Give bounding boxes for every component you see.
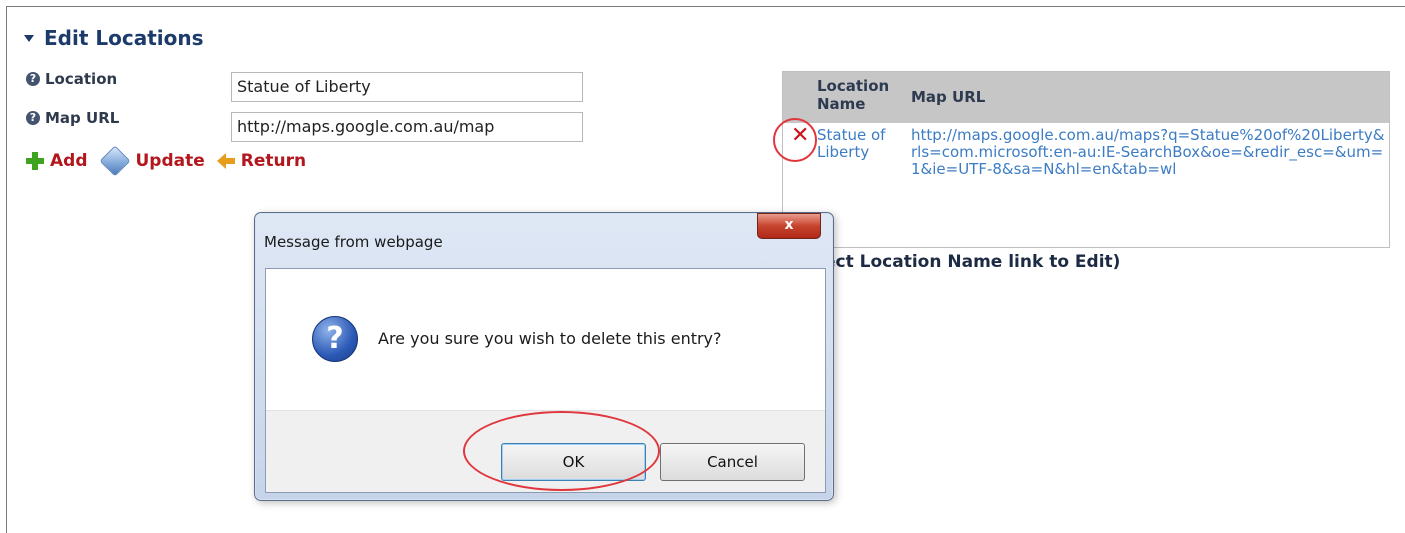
dialog-message-area: ? Are you sure you wish to delete this e… xyxy=(266,269,825,410)
annotation-circle-ok xyxy=(463,411,660,491)
add-button[interactable]: Add xyxy=(26,151,88,171)
annotation-circle-delete xyxy=(773,118,817,162)
collapse-triangle-icon[interactable] xyxy=(24,34,34,42)
update-icon xyxy=(98,145,131,177)
add-label: Add xyxy=(50,151,88,171)
return-arrow-icon xyxy=(216,153,235,169)
column-header-map-url: Map URL xyxy=(911,88,986,106)
section-title: Edit Locations xyxy=(44,26,204,50)
return-label: Return xyxy=(240,151,307,171)
help-icon[interactable]: ? xyxy=(26,111,40,125)
close-icon[interactable]: x xyxy=(757,213,821,239)
location-label-text: Location xyxy=(45,70,118,88)
question-icon: ? xyxy=(312,316,358,362)
dialog-title: Message from webpage xyxy=(264,233,443,251)
cancel-button[interactable]: Cancel xyxy=(660,443,805,481)
locations-table: Location Name Map URL ✕ Statue of Libert… xyxy=(782,71,1390,248)
location-input[interactable]: Statue of Liberty xyxy=(231,72,583,102)
help-icon[interactable]: ? xyxy=(26,72,40,86)
map-url-link[interactable]: http://maps.google.com.au/maps?q=Statue%… xyxy=(901,123,1389,247)
table-row: ✕ Statue of Liberty http://maps.google.c… xyxy=(783,123,1389,247)
column-header-location-name: Location Name xyxy=(817,77,890,113)
table-header: Location Name Map URL xyxy=(783,72,1389,123)
dialog-message: Are you sure you wish to delete this ent… xyxy=(378,329,722,348)
location-label: ? Location xyxy=(26,70,117,88)
mapurl-label-text: Map URL xyxy=(45,109,120,127)
update-label: Update xyxy=(135,151,205,171)
update-button[interactable]: Update xyxy=(98,145,205,177)
action-bar: Add Update Return xyxy=(26,145,318,177)
mapurl-label: ? Map URL xyxy=(26,109,119,127)
table-hint: ect Location Name link to Edit) xyxy=(824,252,1121,272)
return-button[interactable]: Return xyxy=(216,151,307,171)
section-header[interactable]: Edit Locations xyxy=(24,26,204,50)
mapurl-input[interactable]: http://maps.google.com.au/map xyxy=(231,112,583,142)
plus-icon xyxy=(26,152,44,170)
